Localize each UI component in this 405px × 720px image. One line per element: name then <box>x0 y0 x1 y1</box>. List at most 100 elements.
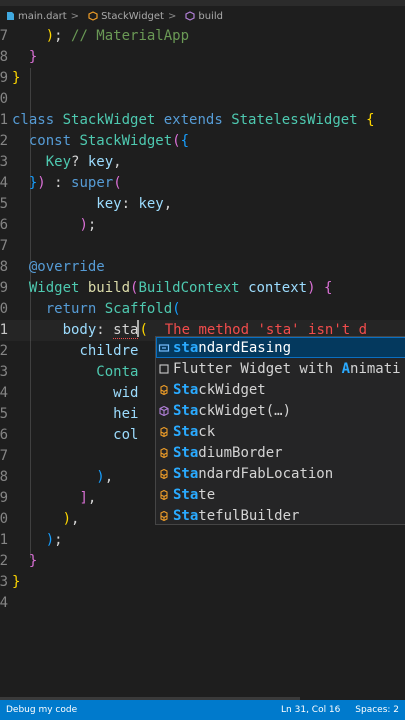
code-line[interactable]: 0 return Scaffold( <box>0 299 405 320</box>
line-number: 6 <box>0 217 8 233</box>
line-number: 9 <box>0 490 8 506</box>
code-line[interactable]: 8 @override <box>0 257 405 278</box>
suggestion-label: Flutter Widget with Animati <box>173 360 401 377</box>
line-number: 8 <box>0 259 8 275</box>
suggestion-item[interactable]: Flutter Widget with Animati <box>156 358 405 379</box>
suggestion-label: StackWidget(…) <box>173 402 292 419</box>
breadcrumb-class[interactable]: StackWidget <box>101 11 164 22</box>
code-text: key: key, <box>96 196 173 212</box>
code-line[interactable]: 5 key: key, <box>0 194 405 215</box>
code-line[interactable]: 2 const StackWidget({ <box>0 131 405 152</box>
breadcrumb-method[interactable]: build <box>198 11 223 22</box>
code-text: const StackWidget({ <box>28 133 190 149</box>
autocomplete-widget[interactable]: standardEasing Flutter Widget with Anima… <box>155 336 405 525</box>
code-text: }) : super( <box>28 175 122 191</box>
code-line[interactable]: 3 } <box>0 572 405 593</box>
suggestion-item[interactable]: Stack <box>156 421 405 442</box>
code-line[interactable]: 1 ); <box>0 530 405 551</box>
variable-icon <box>156 342 172 354</box>
suggestion-label: StandardFabLocation <box>173 465 334 482</box>
suggestion-item[interactable]: StackWidget(…) <box>156 400 405 421</box>
line-number: 3 <box>0 574 8 590</box>
status-debug-label[interactable]: Debug my code <box>6 705 77 715</box>
code-text: ); <box>45 532 63 548</box>
line-number: 8 <box>0 49 8 65</box>
code-line[interactable]: 9 Widget build(BuildContext context) { <box>0 278 405 299</box>
line-number: 7 <box>0 238 8 254</box>
class-icon <box>156 447 172 459</box>
line-number: 6 <box>0 427 8 443</box>
line-number: 5 <box>0 196 8 212</box>
line-number: 1 <box>0 322 8 338</box>
code-text: Widget build(BuildContext context) { <box>28 280 333 296</box>
class-icon <box>88 11 98 21</box>
code-text: ), <box>96 469 114 485</box>
code-line[interactable]: 4 }) : super( <box>0 173 405 194</box>
dart-file-icon <box>5 11 15 21</box>
code-text: ), <box>62 511 80 527</box>
class-icon <box>156 468 172 480</box>
suggestion-item[interactable]: standardEasing <box>156 337 405 358</box>
code-line[interactable]: 4 <box>0 593 405 614</box>
code-text: ); <box>79 217 97 233</box>
line-number: 1 <box>0 112 8 128</box>
code-text: childre <box>79 343 139 359</box>
class-icon <box>156 426 172 438</box>
suggestion-item[interactable]: State <box>156 484 405 505</box>
suggestion-item[interactable]: StatefulBuilder <box>156 505 405 524</box>
code-line[interactable]: 8 } <box>0 47 405 68</box>
code-text: } <box>28 553 38 569</box>
code-line[interactable]: 7 ); // MaterialApp <box>0 26 405 47</box>
line-number: 2 <box>0 343 8 359</box>
line-number: 5 <box>0 406 8 422</box>
line-number: 8 <box>0 469 8 485</box>
snippet-icon <box>156 363 172 375</box>
chevron-right-icon: > <box>70 10 80 22</box>
line-number: 4 <box>0 175 8 191</box>
code-text: wid <box>113 385 139 401</box>
line-number: 0 <box>0 511 8 527</box>
code-line[interactable]: 6 ); <box>0 215 405 236</box>
code-line[interactable]: 2 } <box>0 551 405 572</box>
suggestion-label: State <box>173 486 216 503</box>
suggestion-label: StadiumBorder <box>173 444 283 461</box>
code-line[interactable]: 0 <box>0 89 405 110</box>
method-icon <box>185 11 195 21</box>
breadcrumb-file[interactable]: main.dart <box>18 11 67 22</box>
suggestion-item[interactable]: StadiumBorder <box>156 442 405 463</box>
code-text: ); // MaterialApp <box>45 28 190 44</box>
suggestion-label: Stack <box>173 423 216 440</box>
code-text: ], <box>79 490 97 506</box>
suggestion-item[interactable]: StandardFabLocation <box>156 463 405 484</box>
line-number: 9 <box>0 280 8 296</box>
code-text: Conta <box>96 364 139 380</box>
code-text: } <box>28 49 38 65</box>
code-text: } <box>12 574 21 590</box>
code-line[interactable]: 1 class StackWidget extends StatelessWid… <box>0 110 405 131</box>
constructor-icon <box>156 405 172 417</box>
line-number: 9 <box>0 70 8 86</box>
line-number: 7 <box>0 448 8 464</box>
line-number: 0 <box>0 91 8 107</box>
breadcrumb: main.dart > StackWidget > build <box>0 6 405 26</box>
class-icon <box>156 489 172 501</box>
status-right: Ln 31, Col 16 Spaces: 2 <box>269 705 399 715</box>
suggestion-label: standardEasing <box>173 339 292 356</box>
line-number: 2 <box>0 553 8 569</box>
suggestion-item[interactable]: StackWidget <box>156 379 405 400</box>
code-text: @override <box>28 259 105 275</box>
code-line[interactable]: 7 <box>0 236 405 257</box>
code-line[interactable]: 9 } <box>0 68 405 89</box>
suggestion-label: StackWidget <box>173 381 266 398</box>
code-text: return Scaffold( <box>45 301 181 317</box>
code-text: } <box>12 70 21 86</box>
chevron-right-icon: > <box>167 10 177 22</box>
status-cursor-position[interactable]: Ln 31, Col 16 <box>281 705 340 715</box>
line-number: 4 <box>0 595 8 611</box>
code-text: col <box>113 427 139 443</box>
status-indentation[interactable]: Spaces: 2 <box>355 705 399 715</box>
code-line[interactable]: 3 Key? key, <box>0 152 405 173</box>
code-text: hei <box>113 406 139 422</box>
code-text: Key? key, <box>45 154 122 170</box>
line-number: 7 <box>0 28 8 44</box>
